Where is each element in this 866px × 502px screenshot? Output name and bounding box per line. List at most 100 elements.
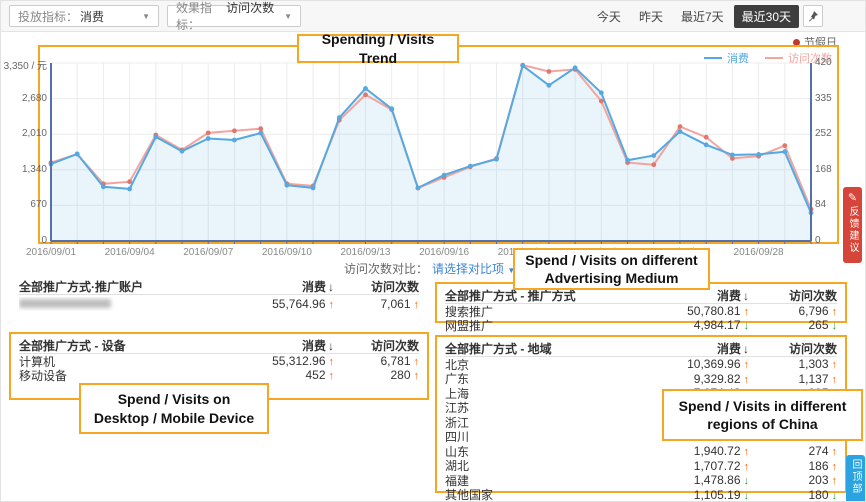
up-arrow-icon: ↑ [832,374,838,386]
x-axis-tick: 2016/09/04 [94,247,166,258]
up-arrow-icon: ↑ [414,299,420,311]
range-button[interactable]: 昨天 [631,5,671,28]
spend-value: 1,478.86↓ [599,473,749,487]
up-arrow-icon: ↑ [832,359,838,371]
effect-metric-label: 效果指标： [176,0,224,33]
up-arrow-icon: ↑ [832,461,838,473]
down-arrow-icon: ↓ [832,490,838,502]
y-axis-left-tick: 3,350 / 元 [0,57,47,72]
visits-value: 274↑ [749,444,837,458]
back-to-top-tab[interactable]: 回顶部 [846,455,865,502]
blurred-account-name [19,299,111,308]
visits-value: 6,781↑ [334,354,419,368]
spend-value: 55,764.96↑ [184,297,334,311]
spend-column-header[interactable]: 消费↓ [599,340,749,357]
effect-metric-dropdown[interactable]: 效果指标： 访问次数 ▼ [167,5,301,27]
y-axis-right-tick: 168 [815,164,855,175]
delivery-metric-label: 投放指标： [18,8,78,25]
trend-chart [38,45,839,244]
spend-value: 4,984.17↓ [599,318,749,332]
feedback-tab-label: 反馈建议 [845,206,860,254]
annotation-trend: Spending / Visits Trend [297,34,459,63]
spend-value: 50,780.81↑ [599,304,749,318]
row-name: 移动设备 [19,367,184,384]
spend-value: 9,329.82↑ [599,372,749,386]
range-button[interactable]: 最近30天 [734,5,799,28]
pin-icon [807,10,819,22]
table-row: 网盟推广4,984.17↓265↓ [445,318,837,332]
annotation-device: Spend / Visits on Desktop / Mobile Devic… [79,383,269,434]
toolbar: 投放指标： 消费 ▼ 效果指标： 访问次数 ▼ 今天昨天最近7天最近30天 [1,1,866,32]
account-table: 全部推广方式·推广账户消费↓访问次数55,764.96↑7,061↑ [9,278,429,313]
spend-column-header[interactable]: 消费↓ [184,278,334,295]
visits-value: 203↑ [749,473,837,487]
chevron-down-icon: ▼ [142,12,150,21]
table-row: 55,764.96↑7,061↑ [19,295,419,313]
spend-value: 1,940.72↑ [599,444,749,458]
chevron-down-icon: ▼ [284,12,292,21]
table-row: 其他国家1,105.19↓180↓ [445,488,837,502]
chart-legend: 消费 访问次数 [704,50,832,66]
pin-button[interactable] [803,5,823,27]
visits-value: 180↓ [749,488,837,502]
legend-item-spend[interactable]: 消费 [704,50,749,66]
y-axis-right-tick: 420 [815,57,855,68]
row-name [19,297,184,311]
spend-line-icon [704,57,722,59]
analytics-dashboard: 投放指标： 消费 ▼ 效果指标： 访问次数 ▼ 今天昨天最近7天最近30天 节假… [0,0,866,502]
spend-column-header[interactable]: 消费↓ [184,337,334,354]
y-axis-right-tick: 335 [815,93,855,104]
row-name: 网盟推广 [445,317,599,334]
compare-selector: 访问次数对比： 请选择对比项 ▼ [344,260,515,277]
up-arrow-icon: ↑ [832,475,838,487]
delivery-metric-value: 消费 [80,8,104,25]
up-arrow-icon: ↑ [832,306,838,318]
table-title: 全部推广方式 - 设备 [19,337,184,354]
legend-spend-label: 消费 [727,50,749,66]
visits-value: 1,137↑ [749,372,837,386]
y-axis-right-tick: 252 [815,128,855,139]
up-arrow-icon: ↑ [414,370,420,382]
range-button[interactable]: 今天 [589,5,629,28]
y-axis-left-tick: 670 [0,199,47,210]
visits-column-header[interactable]: 访问次数 [749,287,837,304]
x-axis-tick: 2016/09/10 [251,247,323,258]
date-range-switcher: 今天昨天最近7天最近30天 [589,5,799,27]
delivery-metric-dropdown[interactable]: 投放指标： 消费 ▼ [9,5,159,27]
feedback-tab[interactable]: ✎ 反馈建议 [843,187,862,263]
y-axis-left-tick: 2,010 [0,128,47,139]
y-axis-left-tick: 2,680 [0,93,47,104]
annotation-region: Spend / Visits in different regions of C… [662,389,863,441]
spend-value: 10,369.96↑ [599,357,749,371]
x-axis-tick: 2016/09/16 [408,247,480,258]
visits-line-icon [765,57,783,59]
y-axis-left-tick: 1,340 [0,164,47,175]
x-axis-tick: 2016/09/01 [15,247,87,258]
visits-value: 265↓ [749,318,837,332]
visits-value: 186↑ [749,459,837,473]
visits-value: 7,061↑ [334,297,419,311]
visits-column-header[interactable]: 访问次数 [749,340,837,357]
x-axis-tick: 2016/09/13 [329,247,401,258]
visits-column-header[interactable]: 访问次数 [334,337,419,354]
annotation-medium: Spend / Visits on different Advertising … [513,248,710,290]
effect-metric-value: 访问次数 [226,0,274,33]
visits-value: 6,796↑ [749,304,837,318]
back-to-top-label: 回顶部 [848,459,863,495]
pencil-icon: ✎ [843,191,862,204]
table-title: 全部推广方式 - 地域 [445,340,599,357]
range-button[interactable]: 最近7天 [673,5,732,28]
up-arrow-icon: ↑ [414,356,420,368]
table-title: 全部推广方式·推广账户 [19,278,184,295]
spend-value: 1,707.72↑ [599,459,749,473]
visits-value: 280↑ [334,368,419,382]
compare-label: 访问次数对比： [344,260,428,277]
visits-column-header[interactable]: 访问次数 [334,278,419,295]
x-axis-tick: 2016/09/07 [172,247,244,258]
table-row: 移动设备452↑280↑ [19,368,419,382]
visits-value: 1,303↑ [749,357,837,371]
x-axis-tick: 2016/09/28 [723,247,795,258]
down-arrow-icon: ↓ [832,320,838,332]
up-arrow-icon: ↑ [832,446,838,458]
compare-select-link[interactable]: 请选择对比项 ▼ [432,260,515,277]
